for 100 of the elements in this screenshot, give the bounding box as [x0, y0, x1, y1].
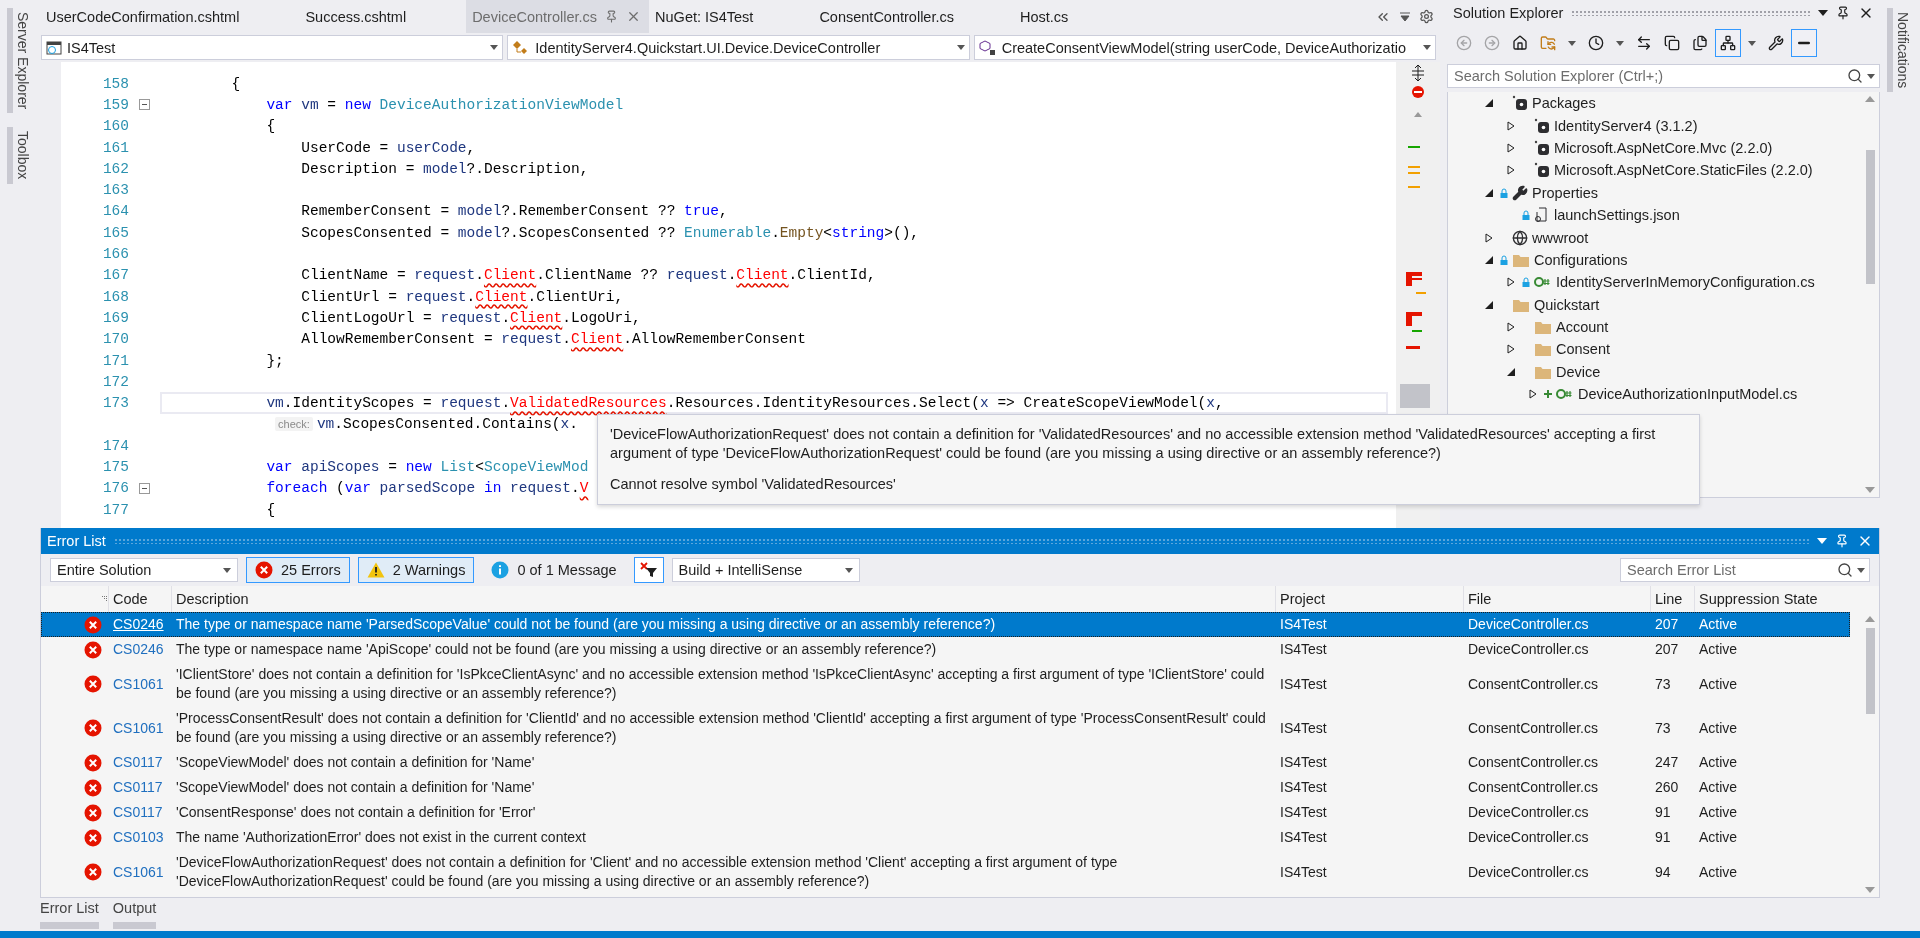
error-row[interactable]: CS0117 'ScopeViewModel' does not contain a definition for 'Name' IS4Test ConsentController.cs 260 Active [41, 775, 1850, 801]
expanded-arrow-icon[interactable] [1484, 98, 1494, 109]
search-box[interactable]: Search Error List [1620, 558, 1870, 583]
search-icon[interactable] [1837, 562, 1853, 579]
tree-item-label[interactable]: IdentityServer4 (3.1.2) [1554, 117, 1698, 134]
collapsed-arrow-icon[interactable] [1484, 232, 1494, 243]
error-row[interactable]: CS0246 The type or namespace name 'ParsedScopeValue' could not be found (are you missing a using directive or an assembly reference?) IS4Test DeviceController.cs 207 Active [41, 612, 1850, 638]
filter-toggle[interactable]: 2 Warnings [357, 557, 475, 584]
error-code-link[interactable]: CS1061 [108, 862, 164, 882]
error-code-link[interactable]: CS0103 [108, 828, 164, 848]
side-tab[interactable]: Toolbox [7, 127, 33, 184]
navigation-dropdown[interactable]: IS4Test [41, 35, 504, 60]
document-tab[interactable]: Success.cshtml [299, 0, 467, 33]
search-icon[interactable] [1847, 68, 1863, 84]
error-code-link[interactable]: CS0117 [108, 753, 163, 773]
scroll-up-icon[interactable] [1865, 616, 1875, 623]
scrollbar-thumb[interactable] [1865, 150, 1875, 284]
tree-item-label[interactable]: Device [1556, 363, 1601, 380]
globe-icon [1512, 229, 1528, 246]
tree-item-label[interactable]: launchSettings.json [1554, 207, 1680, 224]
document-tab[interactable]: Host.cs [1014, 0, 1129, 33]
line-number: 165 [101, 224, 129, 241]
scope-dropdown[interactable]: Entire Solution [50, 558, 238, 583]
scroll-down-icon[interactable] [1865, 487, 1875, 494]
navigation-dropdown[interactable]: IdentityServer4.Quickstart.UI.Device.DeviceController [507, 35, 970, 60]
error-icon [84, 719, 102, 738]
table-cell-text: DeviceController.cs [1467, 862, 1590, 882]
document-tab[interactable]: ConsentController.cs [813, 0, 1014, 33]
table-cell-text: DeviceController.cs [1467, 828, 1590, 848]
tree-item-label[interactable]: Properties [1532, 184, 1599, 201]
tree-item-label[interactable]: Configurations [1534, 251, 1628, 268]
search-field[interactable]: Search Solution Explorer (Ctrl+;) [1454, 66, 1843, 86]
table-cell-text: DeviceController.cs [1467, 803, 1590, 823]
collapse-icon[interactable] [139, 99, 150, 111]
tree-item-label[interactable]: wwwroot [1532, 229, 1589, 246]
scrollbar-thumb[interactable] [1865, 628, 1875, 715]
table-cell-text: 'ProcessConsentResult' does not contain a definition for 'ClientId' and no accessible extension method 'ClientId' accepting a first argument of type 'ProcessConsentResult' could be found (are you missing a using directive or an assembly reference?) [175, 709, 1267, 748]
error-code-link[interactable]: CS0246 [108, 640, 164, 660]
table-cell-text: Active [1698, 753, 1739, 773]
collapsed-arrow-icon[interactable] [1528, 389, 1538, 400]
collapsed-arrow-icon[interactable] [1506, 142, 1516, 153]
tree-item-label[interactable]: Microsoft.AspNetCore.StaticFiles (2.2.0) [1554, 162, 1813, 179]
expanded-arrow-icon[interactable] [1484, 187, 1494, 198]
toolbar-button[interactable] [1715, 29, 1741, 57]
dropdown-icon[interactable] [1399, 10, 1411, 23]
filter-toggle[interactable]: 25 Errors [246, 557, 350, 584]
tree-item-label[interactable]: Microsoft.AspNetCore.Mvc (2.2.0) [1554, 139, 1773, 156]
tree-item-label[interactable]: Consent [1556, 341, 1610, 358]
collapsed-arrow-icon[interactable] [1506, 344, 1516, 355]
error-code-link[interactable]: CS1061 [108, 674, 164, 694]
source-dropdown[interactable]: Build + IntelliSense [671, 558, 860, 583]
scroll-up-icon[interactable] [1865, 96, 1875, 102]
search-field[interactable]: Search Error List [1627, 560, 1833, 581]
error-row[interactable]: CS0117 'ConsentResponse' does not contain a definition for 'Error' IS4Test DeviceController.cs 91 Active [41, 800, 1850, 826]
pin-icon[interactable] [1836, 6, 1850, 20]
error-row[interactable]: CS0246 The type or namespace name 'ApiScope' could not be found (are you missing a using directive or an assembly reference?) IS4Test DeviceController.cs 207 Active [41, 637, 1850, 663]
side-tab[interactable]: Server Explorer [7, 8, 33, 114]
collapsed-arrow-icon[interactable] [1506, 165, 1516, 176]
expanded-arrow-icon[interactable] [1484, 299, 1494, 310]
code-line: }; [265, 351, 285, 371]
line-number: 175 [101, 459, 129, 475]
toolbar-button[interactable] [1791, 29, 1817, 57]
error-code-link[interactable]: CS0246 [108, 615, 164, 635]
error-code-link[interactable]: CS0117 [108, 778, 163, 798]
scroll-down-icon[interactable] [1865, 887, 1875, 894]
error-code-link[interactable]: CS1061 [108, 718, 164, 738]
tree-item-label[interactable]: Account [1556, 319, 1609, 336]
code-line: ClientUrl = request.Client.ClientUri, [300, 287, 625, 307]
table-cell-text: 247 [1654, 753, 1680, 773]
error-icon [84, 828, 102, 847]
settings-icon[interactable] [1419, 9, 1434, 24]
grip-icon[interactable] [102, 596, 108, 603]
side-tab[interactable]: Notifications [1887, 8, 1913, 93]
dropdown-icon[interactable] [1818, 10, 1828, 16]
collapsed-arrow-icon[interactable] [1506, 277, 1516, 288]
line-number: 168 [101, 288, 129, 305]
error-row[interactable]: CS0117 'ScopeViewModel' does not contain a definition for 'Name' IS4Test ConsentController.cs 247 Active [41, 750, 1850, 776]
filter-toggle[interactable]: 0 of 1 Message [482, 557, 626, 584]
error-code-link[interactable]: CS0117 [108, 803, 163, 823]
clear-filter-button[interactable] [633, 557, 664, 584]
line-number: 167 [101, 267, 129, 284]
error-row[interactable]: CS0103 The name 'AuthorizationError' does not exist in the current context IS4Test DeviceController.cs 91 Active [41, 825, 1850, 851]
collapsed-arrow-icon[interactable] [1506, 120, 1516, 131]
collapsed-arrow-icon[interactable] [1506, 322, 1516, 333]
navigation-dropdown[interactable]: CreateConsentViewModel(string userCode, DeviceAuthorizatio [973, 35, 1436, 60]
table-cell-text: Active [1698, 674, 1739, 694]
tooltip-message: 'DeviceFlowAuthorizationRequest' does not contain a definition for 'ValidatedResources' and no accessible extension method 'ValidatedResources' accepting a first argument of type 'DeviceFlowAuthorizationRequest' could be found (are you missing a using directive or an assembly reference?) [610, 425, 1657, 463]
document-tab[interactable]: NuGet: IS4Test [649, 0, 814, 33]
collapse-icon[interactable] [139, 482, 150, 494]
tree-item-label[interactable]: DeviceAuthorizationInputModel.cs [1578, 386, 1798, 403]
wrench-icon [1768, 35, 1784, 51]
search-box[interactable]: Search Solution Explorer (Ctrl+;) [1447, 64, 1880, 88]
expanded-arrow-icon[interactable] [1484, 254, 1494, 265]
tree-item-label[interactable]: IdentityServerInMemoryConfiguration.cs [1556, 274, 1815, 291]
document-tab[interactable]: UserCodeConfirmation.cshtml [40, 0, 300, 33]
tree-item-label[interactable]: Quickstart [1534, 296, 1600, 313]
expanded-arrow-icon[interactable] [1506, 366, 1516, 377]
table-cell-text: IS4Test [1279, 640, 1328, 660]
tree-item-label[interactable]: Packages [1532, 95, 1596, 112]
error-icon [84, 640, 102, 659]
